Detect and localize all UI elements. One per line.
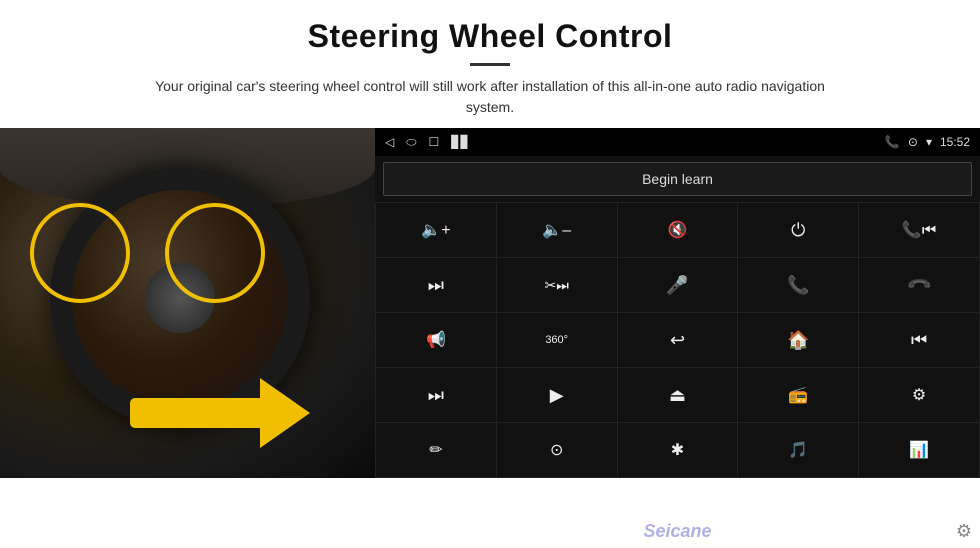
camera-button[interactable]: ⊙ [497,423,617,477]
vol-down-icon: 🔈– [542,220,571,240]
highlight-right [165,203,265,303]
camera-icon: ⊙ [550,440,563,460]
360-icon: 360° [545,334,568,346]
hang-up-icon: 📞 [905,271,933,299]
music-icon: 🎵 [788,440,808,460]
clock: 15:52 [940,135,970,149]
home-icon: 🏠 [787,330,809,351]
bluetooth-icon: ✱ [671,440,684,460]
page-container: Steering Wheel Control Your original car… [0,0,980,548]
eject-button[interactable]: ⏏ [618,368,738,422]
back-button[interactable]: ↩ [618,313,738,367]
fast-forward-icon: ✂⏭ [545,277,569,294]
header-section: Steering Wheel Control Your original car… [0,0,980,128]
eq-icon: ⚙ [912,385,926,405]
signal-icon: ▊▊ [451,135,469,149]
watermark: Seicane [643,521,711,542]
highlight-left [30,203,130,303]
mute-icon: 🔇 [668,220,688,240]
vol-down-button[interactable]: 🔈– [497,203,617,257]
back-icon: ↩ [670,330,685,351]
music-button[interactable]: 🎵 [738,423,858,477]
location-status-icon: ⊙ [908,135,918,149]
home-icon[interactable]: ⬭ [406,135,416,150]
mic-button[interactable]: 🎤 [618,258,738,312]
call-button[interactable]: 📞 [738,258,858,312]
speaker-button[interactable]: 📢 [376,313,496,367]
back-icon[interactable]: ◁ [385,135,394,149]
pen-button[interactable]: ✏ [376,423,496,477]
call-icon: 📞 [787,275,809,296]
subtitle: Your original car's steering wheel contr… [140,76,840,118]
pen-icon: ✏ [429,440,442,460]
ui-panel: ◁ ⬭ ☐ ▊▊ 📞 ⊙ ▾ 15:52 Begin learn [375,128,980,478]
status-left: ◁ ⬭ ☐ ▊▊ [385,135,470,150]
steering-image [0,128,375,478]
recents-icon[interactable]: ☐ [428,135,439,149]
next-button[interactable]: ⏭ [376,258,496,312]
360-button[interactable]: 360° [497,313,617,367]
title-divider [470,63,510,66]
vol-up-icon: 🔈+ [421,220,450,240]
begin-learn-button[interactable]: Begin learn [383,162,972,196]
arrow-head [260,378,310,448]
fast-forward-button[interactable]: ✂⏭ [497,258,617,312]
navigate-icon: ▶ [550,385,564,406]
rewind-icon: ⏮ [911,330,927,351]
skip-icon: ⏭ [428,385,444,406]
navigate-button[interactable]: ▶ [497,368,617,422]
prev-button[interactable]: 📞⏮ [859,203,979,257]
speaker-icon: 📢 [426,330,446,350]
prev-icon: 📞⏮ [902,220,936,240]
mute-button[interactable]: 🔇 [618,203,738,257]
status-right: 📞 ⊙ ▾ 15:52 [885,135,970,149]
radio-icon: 📻 [788,385,808,405]
rewind-button[interactable]: ⏮ [859,313,979,367]
begin-learn-row: Begin learn [375,156,980,202]
next-icon: ⏭ [428,275,444,296]
ui-panel-wrapper: ◁ ⬭ ☐ ▊▊ 📞 ⊙ ▾ 15:52 Begin learn [375,128,980,548]
status-bar: ◁ ⬭ ☐ ▊▊ 📞 ⊙ ▾ 15:52 [375,128,980,156]
bluetooth-button[interactable]: ✱ [618,423,738,477]
gear-icon: ⚙ [956,521,972,541]
content-section: ◁ ⬭ ☐ ▊▊ 📞 ⊙ ▾ 15:52 Begin learn [0,128,980,548]
power-button[interactable]: ⏻ [738,203,858,257]
eq-button[interactable]: ⚙ [859,368,979,422]
home-button[interactable]: 🏠 [738,313,858,367]
arrow [130,358,310,458]
hang-up-button[interactable]: 📞 [859,258,979,312]
mic-icon: 🎤 [666,275,688,296]
eject-icon: ⏏ [669,385,686,406]
page-title: Steering Wheel Control [60,18,920,55]
arrow-body [130,398,270,428]
phone-status-icon: 📞 [885,135,900,149]
equalizer-icon: 📊 [909,440,929,460]
controls-grid: 🔈+ 🔈– 🔇 ⏻ 📞⏮ ⏭ [375,202,980,478]
power-icon: ⏻ [791,220,805,241]
gear-button[interactable]: ⚙ [956,521,972,542]
skip-button[interactable]: ⏭ [376,368,496,422]
radio-button[interactable]: 📻 [738,368,858,422]
wifi-status-icon: ▾ [926,135,932,149]
equalizer-button[interactable]: 📊 [859,423,979,477]
vol-up-button[interactable]: 🔈+ [376,203,496,257]
